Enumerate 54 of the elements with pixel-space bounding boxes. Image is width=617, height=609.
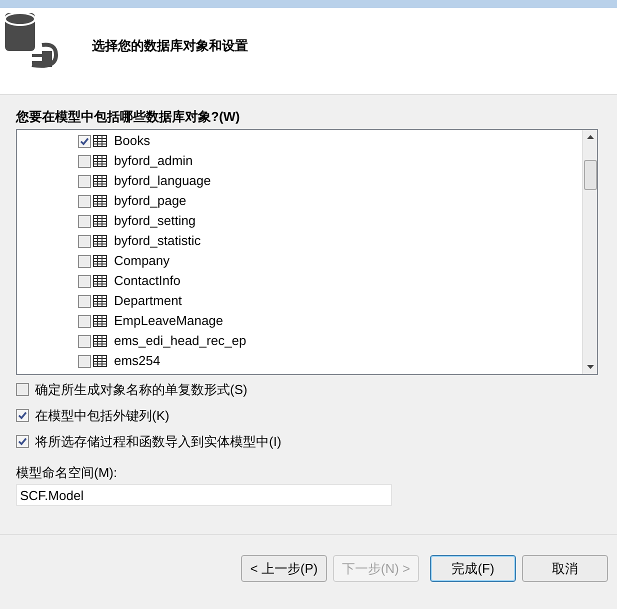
checkbox[interactable] [78, 274, 91, 288]
option-label[interactable]: 确定所生成对象名称的单复数形式(S) [35, 380, 248, 400]
table-name[interactable]: byford_statistic [114, 231, 201, 251]
scrollbar[interactable] [582, 130, 597, 374]
objects-label: 您要在模型中包括哪些数据库对象?(W) [16, 108, 241, 125]
table-name[interactable]: ems254 [114, 351, 160, 371]
checkbox[interactable] [78, 354, 91, 368]
wizard-button[interactable]: < 上一步(P) [241, 555, 327, 582]
checkbox[interactable] [78, 254, 91, 268]
table-name[interactable]: EmpLeaveManage [114, 311, 224, 331]
table-icon [93, 235, 107, 247]
checkbox[interactable] [78, 134, 91, 148]
page-title: 选择您的数据库对象和设置 [92, 37, 248, 56]
table-name[interactable]: ems_edi_head_rec_ep [114, 331, 246, 351]
checkbox[interactable] [78, 334, 91, 348]
table-icon [93, 355, 107, 367]
table-icon [93, 295, 107, 307]
checkbox[interactable] [78, 214, 91, 228]
scroll-thumb[interactable] [584, 160, 596, 190]
checkbox[interactable] [78, 234, 91, 248]
table-name[interactable]: Department [114, 291, 182, 311]
table-name[interactable]: byford_admin [114, 151, 193, 171]
checkbox[interactable] [78, 174, 91, 188]
table-name[interactable]: Company [114, 251, 170, 271]
table-icon [93, 195, 107, 207]
namespace-field[interactable]: SCF.Model [16, 484, 392, 506]
table-name[interactable]: Books [114, 131, 150, 151]
option-label[interactable]: 在模型中包括外键列(K) [35, 406, 170, 426]
checkbox[interactable] [16, 383, 29, 396]
checkbox[interactable] [78, 194, 91, 208]
table-icon [93, 255, 107, 267]
checkbox[interactable] [78, 314, 91, 328]
objects-list[interactable]: Books byford_admin byford_language byford_page byford_setting byford_statistic Company ContactInfo Department EmpLeaveManage ems_edi_head_rec_ep ems254 [16, 129, 598, 375]
table-name[interactable]: byford_language [114, 171, 211, 191]
table-name[interactable]: byford_setting [114, 211, 196, 231]
table-icon [93, 155, 107, 167]
table-icon [93, 335, 107, 347]
scroll-down-icon[interactable] [586, 365, 594, 369]
wizard-button[interactable]: 取消 [522, 555, 608, 582]
checkbox[interactable] [78, 294, 91, 308]
table-icon [93, 215, 107, 227]
table-icon [93, 315, 107, 327]
table-icon [93, 275, 107, 287]
wizard-button[interactable]: 完成(F) [430, 555, 516, 582]
checkbox[interactable] [16, 435, 29, 448]
table-name[interactable]: ContactInfo [114, 271, 180, 291]
table-name[interactable]: byford_page [114, 191, 186, 211]
table-icon [93, 175, 107, 187]
namespace-label: 模型命名空间(M): [16, 464, 118, 481]
table-icon [93, 135, 107, 147]
checkbox[interactable] [78, 154, 91, 168]
scroll-up-icon[interactable] [586, 135, 594, 139]
checkbox[interactable] [16, 409, 29, 422]
option-label[interactable]: 将所选存储过程和函数导入到实体模型中(I) [35, 432, 282, 452]
